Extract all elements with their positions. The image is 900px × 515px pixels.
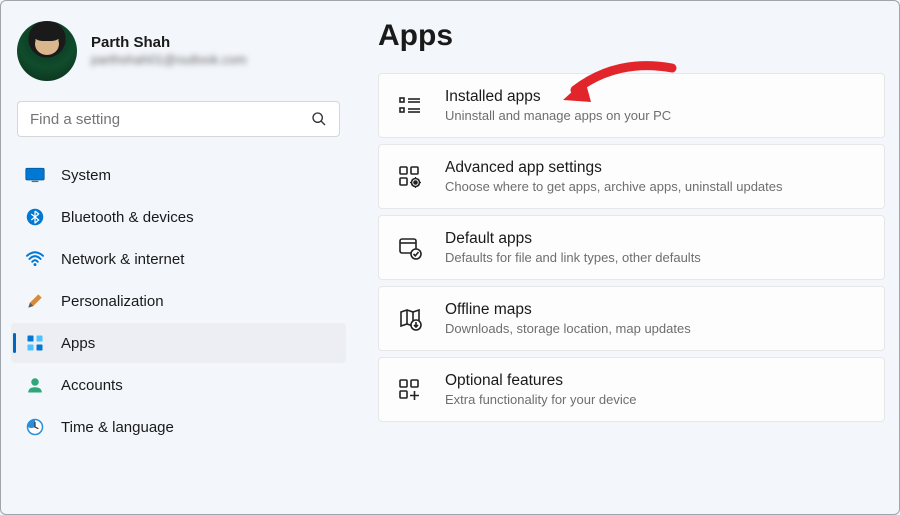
card-title: Default apps <box>445 230 701 248</box>
search-box[interactable] <box>17 101 340 137</box>
card-offline-maps[interactable]: Offline maps Downloads, storage location… <box>378 286 885 351</box>
sidebar: Parth Shah parthshah01@outlook.com Syste… <box>1 1 356 514</box>
sidebar-item-system[interactable]: System <box>11 155 346 195</box>
default-apps-icon <box>397 235 423 261</box>
list-icon <box>397 93 423 119</box>
card-subtitle: Extra functionality for your device <box>445 392 636 407</box>
person-icon <box>25 375 45 395</box>
bluetooth-icon <box>25 207 45 227</box>
search-icon <box>309 109 329 129</box>
card-title: Offline maps <box>445 301 691 319</box>
apps-gear-icon <box>397 164 423 190</box>
apps-icon <box>25 333 45 353</box>
wifi-icon <box>25 249 45 269</box>
main-content: Apps Installed apps Uninstall and manage… <box>356 1 899 514</box>
nav: System Bluetooth & devices Network & int… <box>11 155 346 447</box>
sidebar-item-personalization[interactable]: Personalization <box>11 281 346 321</box>
sidebar-item-bluetooth[interactable]: Bluetooth & devices <box>11 197 346 237</box>
sidebar-item-apps[interactable]: Apps <box>11 323 346 363</box>
search-input[interactable] <box>30 111 309 128</box>
card-text: Advanced app settings Choose where to ge… <box>445 159 783 194</box>
sidebar-item-label: Network & internet <box>61 251 184 268</box>
profile-name: Parth Shah <box>91 33 247 53</box>
sidebar-item-label: Accounts <box>61 377 123 394</box>
card-installed-apps[interactable]: Installed apps Uninstall and manage apps… <box>378 73 885 138</box>
page-title: Apps <box>378 19 885 53</box>
avatar <box>17 21 77 81</box>
card-title: Advanced app settings <box>445 159 783 177</box>
map-download-icon <box>397 306 423 332</box>
card-subtitle: Choose where to get apps, archive apps, … <box>445 179 783 194</box>
sidebar-item-label: Bluetooth & devices <box>61 209 194 226</box>
clock-icon <box>25 417 45 437</box>
sidebar-item-time[interactable]: Time & language <box>11 407 346 447</box>
brush-icon <box>25 291 45 311</box>
card-title: Optional features <box>445 372 636 390</box>
sidebar-item-label: Time & language <box>61 419 174 436</box>
sidebar-item-network[interactable]: Network & internet <box>11 239 346 279</box>
card-subtitle: Defaults for file and link types, other … <box>445 250 701 265</box>
card-default-apps[interactable]: Default apps Defaults for file and link … <box>378 215 885 280</box>
sidebar-item-label: System <box>61 167 111 184</box>
card-optional-features[interactable]: Optional features Extra functionality fo… <box>378 357 885 422</box>
card-text: Installed apps Uninstall and manage apps… <box>445 88 671 123</box>
card-text: Default apps Defaults for file and link … <box>445 230 701 265</box>
add-feature-icon <box>397 377 423 403</box>
card-text: Offline maps Downloads, storage location… <box>445 301 691 336</box>
card-text: Optional features Extra functionality fo… <box>445 372 636 407</box>
profile-text: Parth Shah parthshah01@outlook.com <box>91 33 247 69</box>
card-subtitle: Downloads, storage location, map updates <box>445 321 691 336</box>
card-subtitle: Uninstall and manage apps on your PC <box>445 108 671 123</box>
system-icon <box>25 165 45 185</box>
profile-email: parthshah01@outlook.com <box>91 52 247 69</box>
card-title: Installed apps <box>445 88 671 106</box>
card-advanced-app-settings[interactable]: Advanced app settings Choose where to ge… <box>378 144 885 209</box>
cards-list: Installed apps Uninstall and manage apps… <box>378 73 885 422</box>
sidebar-item-label: Apps <box>61 335 95 352</box>
sidebar-item-label: Personalization <box>61 293 164 310</box>
sidebar-item-accounts[interactable]: Accounts <box>11 365 346 405</box>
profile-block[interactable]: Parth Shah parthshah01@outlook.com <box>11 15 346 93</box>
